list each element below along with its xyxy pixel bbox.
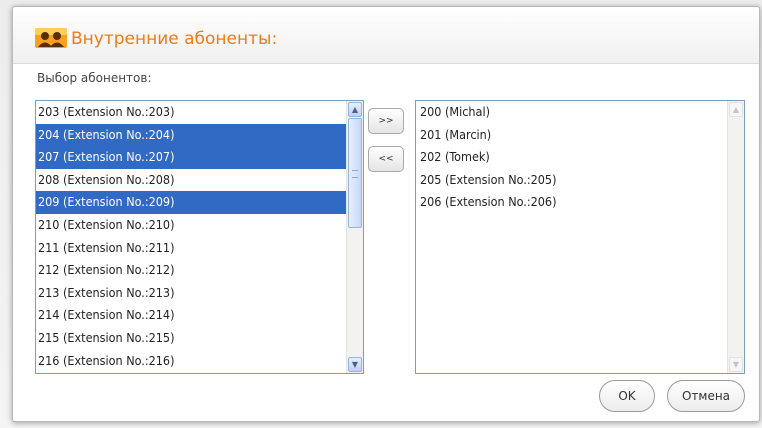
cancel-button[interactable]: Отмена bbox=[667, 380, 745, 412]
list-item[interactable]: 215 (Extension No.:215) bbox=[36, 327, 346, 350]
scroll-up-arrow-icon[interactable]: ▲ bbox=[729, 102, 743, 117]
scroll-up-arrow-icon[interactable]: ▲ bbox=[348, 102, 362, 117]
move-right-button[interactable]: >> bbox=[368, 108, 404, 134]
list-item[interactable]: 212 (Extension No.:212) bbox=[36, 259, 346, 282]
move-left-button[interactable]: << bbox=[368, 146, 404, 172]
dialog-titlebar: Внутренние абоненты: bbox=[13, 7, 759, 64]
list-item[interactable]: 201 (Marcin) bbox=[416, 124, 727, 147]
users-group-icon bbox=[35, 28, 67, 48]
selected-list-items: 200 (Michal) 201 (Marcin) 202 (Tomek) 205 (… bbox=[416, 101, 727, 214]
list-item[interactable]: 214 (Extension No.:214) bbox=[36, 304, 346, 327]
scroll-thumb[interactable] bbox=[348, 118, 362, 228]
list-item[interactable]: 200 (Michal) bbox=[416, 101, 727, 124]
list-item[interactable]: 205 (Extension No.:205) bbox=[416, 169, 727, 192]
list-item[interactable]: 210 (Extension No.:210) bbox=[36, 214, 346, 237]
available-list-scrollbar[interactable]: ▲ ▼ bbox=[346, 101, 363, 373]
list-item[interactable]: 209 (Extension No.:209) bbox=[36, 191, 346, 214]
list-item[interactable]: 216 (Extension No.:216) bbox=[36, 350, 346, 373]
list-item[interactable]: 204 (Extension No.:204) bbox=[36, 123, 346, 147]
dialog-title: Внутренние абоненты: bbox=[71, 29, 278, 49]
list-item[interactable]: 213 (Extension No.:213) bbox=[36, 282, 346, 305]
list-item[interactable]: 203 (Extension No.:203) bbox=[36, 101, 346, 124]
scroll-down-arrow-icon[interactable]: ▼ bbox=[348, 357, 362, 372]
selected-list-scrollbar[interactable]: ▲ ▼ bbox=[727, 101, 744, 373]
list-item[interactable]: 211 (Extension No.:211) bbox=[36, 237, 346, 260]
available-extensions-list[interactable]: 203 (Extension No.:203) 204 (Extension No… bbox=[35, 100, 364, 374]
list-item[interactable]: 208 (Extension No.:208) bbox=[36, 169, 346, 192]
list-item[interactable]: 206 (Extension No.:206) bbox=[416, 191, 727, 214]
thumb-grip-icon bbox=[352, 170, 358, 178]
section-label: Выбор абонентов: bbox=[37, 71, 152, 85]
available-list-items: 203 (Extension No.:203) 204 (Extension No… bbox=[36, 101, 346, 372]
selected-extensions-list[interactable]: 200 (Michal) 201 (Marcin) 202 (Tomek) 205 (… bbox=[415, 100, 745, 374]
ok-button[interactable]: OK bbox=[599, 380, 655, 412]
internal-subscribers-dialog: Внутренние абоненты: Выбор абонентов: 20… bbox=[12, 6, 760, 422]
list-item[interactable]: 202 (Tomek) bbox=[416, 146, 727, 169]
list-item[interactable]: 207 (Extension No.:207) bbox=[36, 146, 346, 169]
scroll-down-arrow-icon[interactable]: ▼ bbox=[729, 357, 743, 372]
